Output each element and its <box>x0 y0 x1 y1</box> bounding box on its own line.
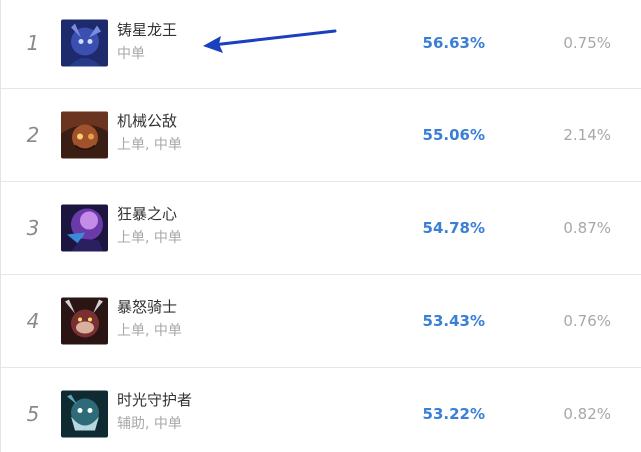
pick-rate: 0.76% <box>563 312 611 330</box>
champion-name[interactable]: 狂暴之心 <box>117 203 177 224</box>
rank-number: 4 <box>26 309 40 333</box>
pick-rate: 0.75% <box>563 34 611 52</box>
rank-number: 2 <box>26 123 40 147</box>
champion-name[interactable]: 时光守护者 <box>117 389 192 410</box>
rank-number: 3 <box>26 216 40 240</box>
champion-row[interactable]: 4 暴怒骑士 上单, 中单 53.43% 0.76% <box>1 275 641 368</box>
pick-rate: 2.14% <box>563 126 611 144</box>
champion-roles: 上单, 中单 <box>117 323 182 339</box>
champion-name[interactable]: 铸星龙王 <box>117 19 177 40</box>
champion-roles: 中单 <box>117 46 145 62</box>
champion-roles: 上单, 中单 <box>117 137 182 153</box>
champion-row[interactable]: 1 铸星龙王 中单 56.63% 0.75% <box>1 0 641 89</box>
champion-roles: 上单, 中单 <box>117 230 182 246</box>
rank-number: 1 <box>26 31 40 55</box>
champion-portrait-icon[interactable] <box>61 204 108 252</box>
win-rate: 54.78% <box>422 219 485 237</box>
win-rate: 53.43% <box>422 312 485 330</box>
champion-portrait-icon[interactable] <box>61 297 108 345</box>
pick-rate: 0.87% <box>563 219 611 237</box>
champion-name[interactable]: 暴怒骑士 <box>117 296 177 317</box>
champion-row[interactable]: 3 狂暴之心 上单, 中单 54.78% 0.87% <box>1 182 641 275</box>
champion-roles: 辅助, 中单 <box>117 416 182 432</box>
champion-name[interactable]: 机械公敌 <box>117 110 177 131</box>
win-rate: 56.63% <box>422 34 485 52</box>
rank-number: 5 <box>26 402 40 426</box>
champion-portrait-icon[interactable] <box>61 390 108 438</box>
pick-rate: 0.82% <box>563 405 611 423</box>
champion-row[interactable]: 5 时光守护者 辅助, 中单 53.22% 0.82% <box>1 368 641 452</box>
arrow-left-icon <box>203 29 337 53</box>
champion-portrait-icon[interactable] <box>61 19 108 67</box>
champion-portrait-icon[interactable] <box>61 111 108 159</box>
champion-row[interactable]: 2 机械公敌 上单, 中单 55.06% 2.14% <box>1 89 641 182</box>
win-rate: 55.06% <box>422 126 485 144</box>
win-rate: 53.22% <box>422 405 485 423</box>
champion-ranking-list: 1 铸星龙王 中单 56.63% 0.75% 2 机械公敌 上单, 中单 55.… <box>0 0 641 452</box>
